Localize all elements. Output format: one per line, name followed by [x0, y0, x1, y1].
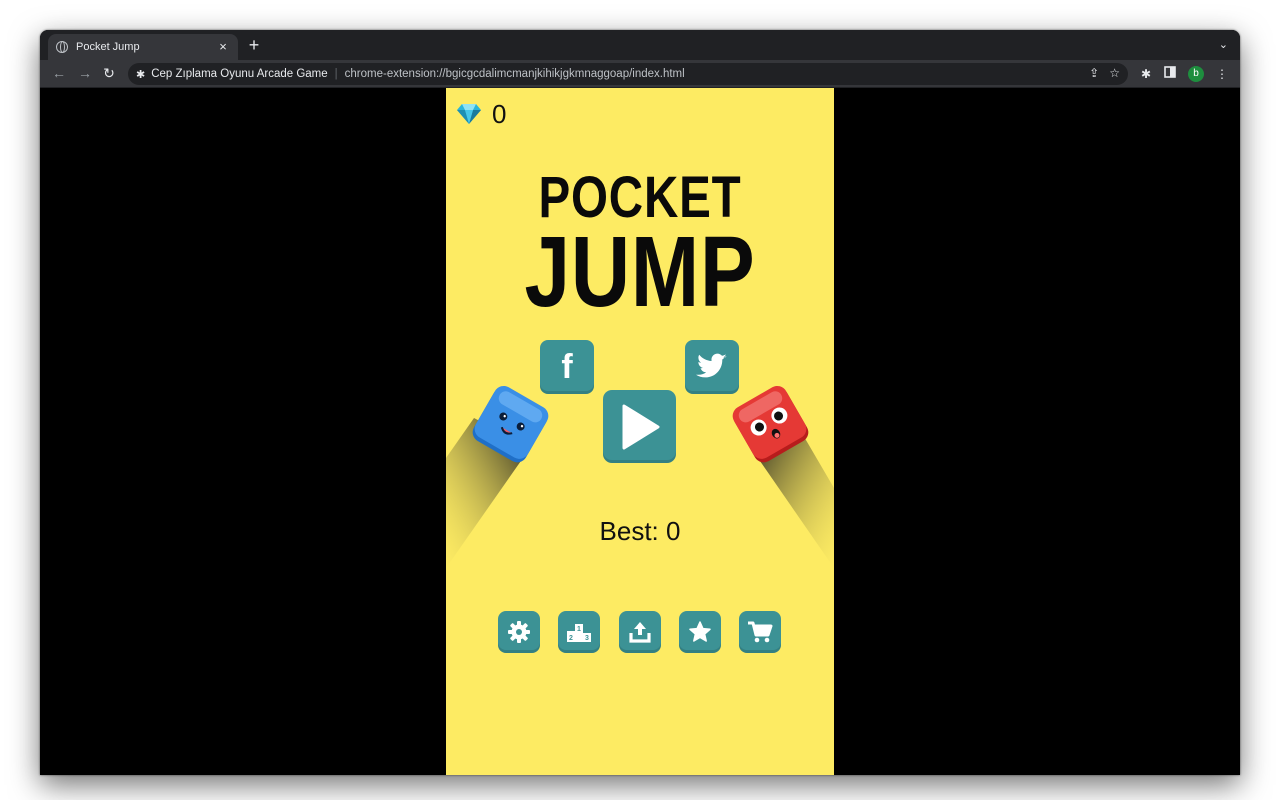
site-name: Cep Zıplama Oyunu Arcade Game — [151, 68, 327, 80]
rate-button[interactable] — [679, 611, 721, 653]
browser-window: Pocket Jump × + ⌄ ← → ↻ ✱ Cep Zıplama Oy… — [40, 30, 1240, 775]
red-character — [729, 383, 813, 467]
play-button[interactable] — [603, 390, 676, 463]
back-button[interactable]: ← — [50, 64, 68, 82]
gem-count: 0 — [492, 100, 506, 128]
gear-icon — [507, 620, 531, 644]
twitter-icon — [696, 353, 728, 381]
podium-icon: 2 1 3 — [566, 620, 592, 644]
diamond-icon — [456, 103, 482, 125]
tab-search-button[interactable]: ⌄ — [1219, 38, 1228, 51]
bookmark-star-icon[interactable]: ☆ — [1109, 66, 1120, 80]
side-panel-icon[interactable] — [1162, 65, 1178, 83]
profile-avatar[interactable]: b — [1188, 66, 1204, 82]
leaderboard-button[interactable]: 2 1 3 — [558, 611, 600, 653]
rank-1-label: 1 — [577, 626, 581, 633]
gem-counter: 0 — [456, 100, 506, 128]
tab-strip: Pocket Jump × + ⌄ — [40, 30, 1240, 60]
logo-line-jump: JUMP — [481, 228, 799, 316]
shop-button[interactable] — [739, 611, 781, 653]
page-viewport: 0 POCKET JUMP f — [40, 88, 1240, 775]
reload-button[interactable]: ↻ — [100, 64, 118, 82]
blue-character — [468, 383, 552, 467]
omnibox-separator: | — [335, 68, 338, 80]
url-text: chrome-extension://bgicgcdalimcmanjkihik… — [345, 68, 685, 80]
forward-button[interactable]: → — [76, 64, 94, 82]
share-button[interactable] — [619, 611, 661, 653]
rank-2-label: 2 — [569, 635, 573, 642]
new-tab-button[interactable]: + — [246, 35, 262, 55]
extensions-puzzle-icon[interactable]: ✱ — [1138, 65, 1154, 83]
upload-share-icon — [628, 620, 652, 644]
menu-kebab-icon[interactable]: ⋮ — [1214, 65, 1230, 83]
globe-icon — [56, 41, 68, 53]
star-icon — [688, 620, 712, 644]
cart-icon — [747, 620, 773, 644]
share-page-icon[interactable]: ⇪ — [1089, 66, 1099, 80]
extension-icon: ✱ — [136, 68, 145, 81]
play-icon — [620, 404, 660, 450]
browser-toolbar: ← → ↻ ✱ Cep Zıplama Oyunu Arcade Game | … — [40, 60, 1240, 88]
rank-3-label: 3 — [585, 635, 589, 642]
settings-button[interactable] — [498, 611, 540, 653]
tab-close-button[interactable]: × — [216, 40, 230, 54]
best-score: Best: 0 — [446, 516, 834, 547]
facebook-icon: f — [561, 348, 572, 387]
tab-title: Pocket Jump — [76, 41, 216, 53]
address-bar[interactable]: ✱ Cep Zıplama Oyunu Arcade Game | chrome… — [128, 63, 1128, 85]
game-logo: POCKET JUMP — [446, 168, 834, 316]
tab-pocket-jump[interactable]: Pocket Jump × — [48, 34, 238, 60]
game-canvas[interactable]: 0 POCKET JUMP f — [446, 88, 834, 775]
